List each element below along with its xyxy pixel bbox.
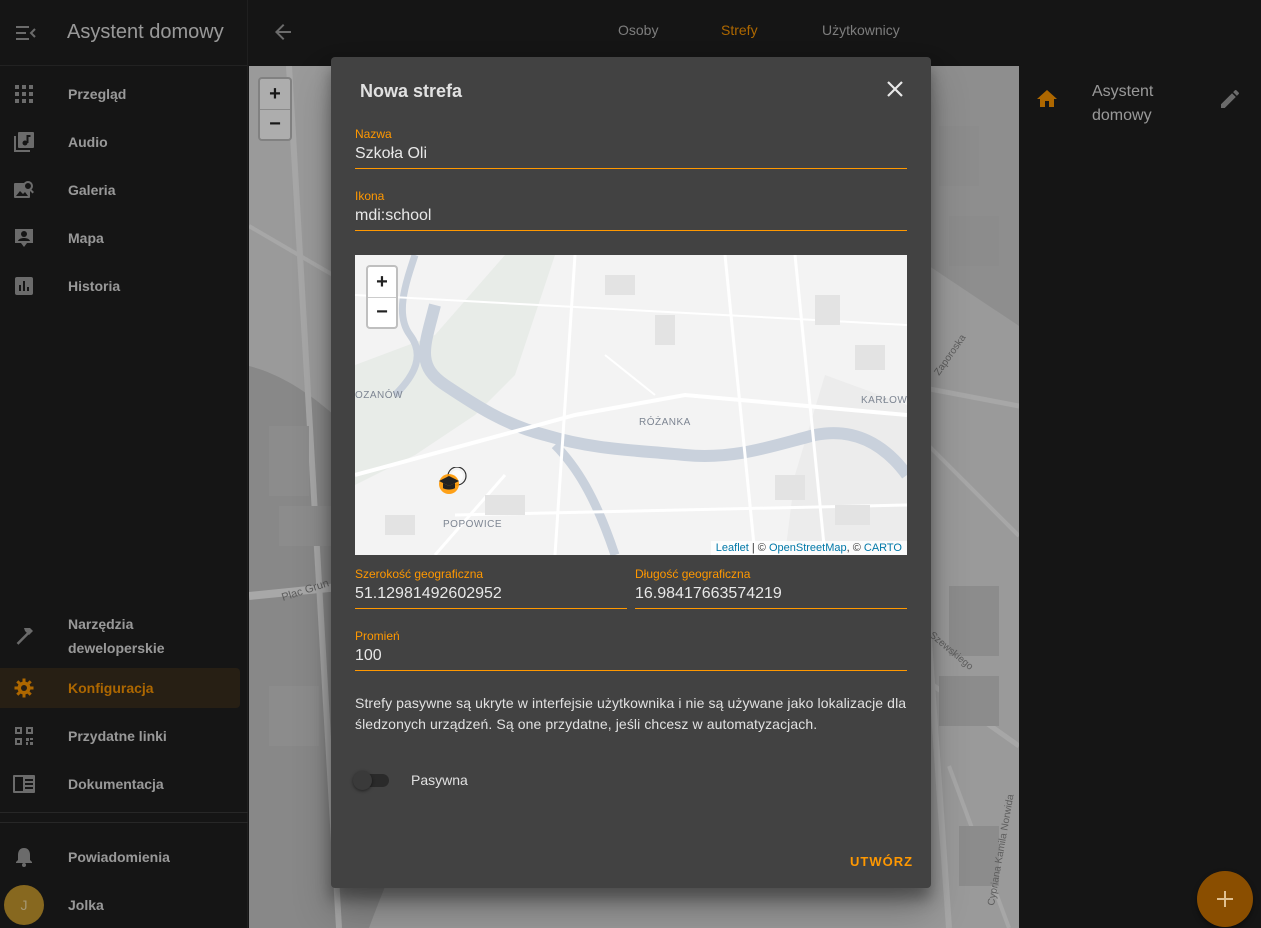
field-value: mdi:school <box>355 207 432 224</box>
map-attribution: Leaflet | © OpenStreetMap, © CARTO <box>710 541 907 555</box>
longitude-field[interactable]: Długość geograficzna 16.98417663574219 <box>635 567 907 609</box>
radius-field[interactable]: Promień 100 <box>355 629 907 671</box>
close-icon[interactable] <box>885 79 905 99</box>
field-label: Ikona <box>355 189 385 203</box>
passive-toggle[interactable] <box>353 770 389 790</box>
school-marker-icon[interactable] <box>437 466 467 494</box>
new-zone-dialog: Nowa strefa Nazwa Szkoła Oli Ikona mdi:s… <box>331 57 931 888</box>
field-label: Nazwa <box>355 127 392 141</box>
field-value: 51.12981492602952 <box>355 585 502 602</box>
zoom-out-button[interactable]: − <box>368 297 396 327</box>
map-district-label: OZANÓW <box>355 390 403 401</box>
map-district-label: POPOWICE <box>443 519 503 530</box>
attribution-separator: , © <box>846 542 864 554</box>
field-label: Szerokość geograficzna <box>355 567 484 581</box>
zoom-in-button[interactable]: + <box>368 267 396 297</box>
field-label: Długość geograficzna <box>635 567 751 581</box>
osm-link[interactable]: OpenStreetMap <box>769 542 847 554</box>
map-district-label: KARŁOW <box>861 395 907 406</box>
create-button[interactable]: UTWÓRZ <box>850 854 913 869</box>
field-value: 100 <box>355 647 382 664</box>
passive-label: Pasywna <box>411 772 468 788</box>
map-tiles <box>355 255 907 555</box>
toggle-thumb <box>353 771 372 790</box>
add-zone-button[interactable] <box>1197 871 1253 927</box>
carto-link[interactable]: CARTO <box>864 542 902 554</box>
field-value: Szkoła Oli <box>355 145 428 162</box>
zone-icon-field[interactable]: Ikona mdi:school <box>355 189 907 231</box>
plus-icon <box>1217 891 1233 907</box>
leaflet-link[interactable]: Leaflet <box>716 542 749 554</box>
field-label: Promień <box>355 629 400 643</box>
mini-map-zoom-control: + − <box>366 265 398 329</box>
dialog-title: Nowa strefa <box>360 81 463 101</box>
attribution-separator: | © <box>748 542 769 554</box>
map-district-label: RÓŻANKA <box>639 417 691 428</box>
latitude-field[interactable]: Szerokość geograficzna 51.12981492602952 <box>355 567 627 609</box>
zone-name-field[interactable]: Nazwa Szkoła Oli <box>355 127 907 169</box>
field-value: 16.98417663574219 <box>635 585 782 602</box>
passive-help-text: Strefy pasywne są ukryte w interfejsie u… <box>355 695 907 732</box>
zone-location-map[interactable]: OZANÓW RÓŻANKA KARŁOW POPOWICE + − Leafl… <box>355 255 907 555</box>
